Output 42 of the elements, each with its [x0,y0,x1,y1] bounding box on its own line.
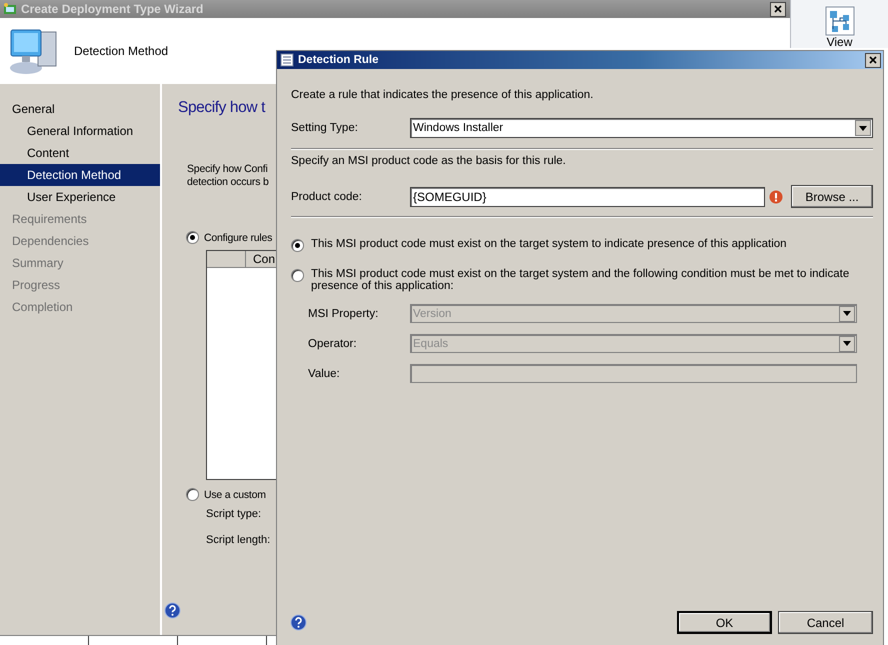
help-icon[interactable] [290,614,307,631]
field-label: Script type: [206,507,262,522]
product-code-input[interactable]: {SOMEGUID} [410,186,766,206]
radio-option-label[interactable]: This MSI product code must exist on the target system to indicate presence of this application [311,238,787,250]
close-button[interactable] [865,52,881,68]
window-title: Create Deployment Type Wizard [21,2,204,16]
radio-button[interactable] [291,239,304,252]
field-label: Product code: [291,190,363,202]
diagram-icon[interactable] [824,6,854,36]
close-icon[interactable] [774,5,782,13]
close-button[interactable] [770,2,786,16]
radio-button[interactable] [186,488,199,501]
field-label: Operator: [308,338,358,350]
page-title: Detection Method [74,44,168,58]
nav-item[interactable]: Content [0,142,160,164]
radio-button[interactable] [186,231,199,244]
nav-item[interactable]: General Information [0,120,160,142]
field-label: Setting Type: [291,122,359,134]
page-heading: Specify how t [178,99,265,118]
nav-item[interactable]: User Experience [0,186,160,208]
radio-option-label[interactable]: This MSI product code must exist on the target system and the following condition must be met to indicate presence of this application: [311,268,873,292]
option-label[interactable]: Use a custom [204,488,266,500]
intro-text: Create a rule that indicates the presence of this application. [291,89,594,101]
field-label: Value: [308,368,341,380]
field-label: MSI Property: [308,308,380,320]
wizard-icon [3,2,17,16]
nav-item[interactable]: General [0,98,160,120]
view-button-label[interactable]: View [826,36,852,48]
description-text: Specify how Confi detection occurs b [187,163,269,189]
help-icon[interactable] [164,602,181,619]
dialog-button[interactable]: OK [677,611,772,634]
dialog-button[interactable]: Cancel [778,611,873,634]
setting-type-dropdown[interactable]: Windows Installer [410,118,873,138]
field-label: Script length: [206,533,270,548]
dialog-title: Detection Rule [298,54,379,66]
close-icon[interactable] [869,56,877,64]
dialog-icon [280,53,294,67]
option-label[interactable]: Configure rules [204,232,272,244]
msi-intro-text: Specify an MSI product code as the basis for this rule. [291,155,567,167]
radio-button[interactable] [291,269,304,282]
nav-item[interactable]: Detection Method [0,164,160,186]
browse-button[interactable]: Browse ... [791,185,873,208]
